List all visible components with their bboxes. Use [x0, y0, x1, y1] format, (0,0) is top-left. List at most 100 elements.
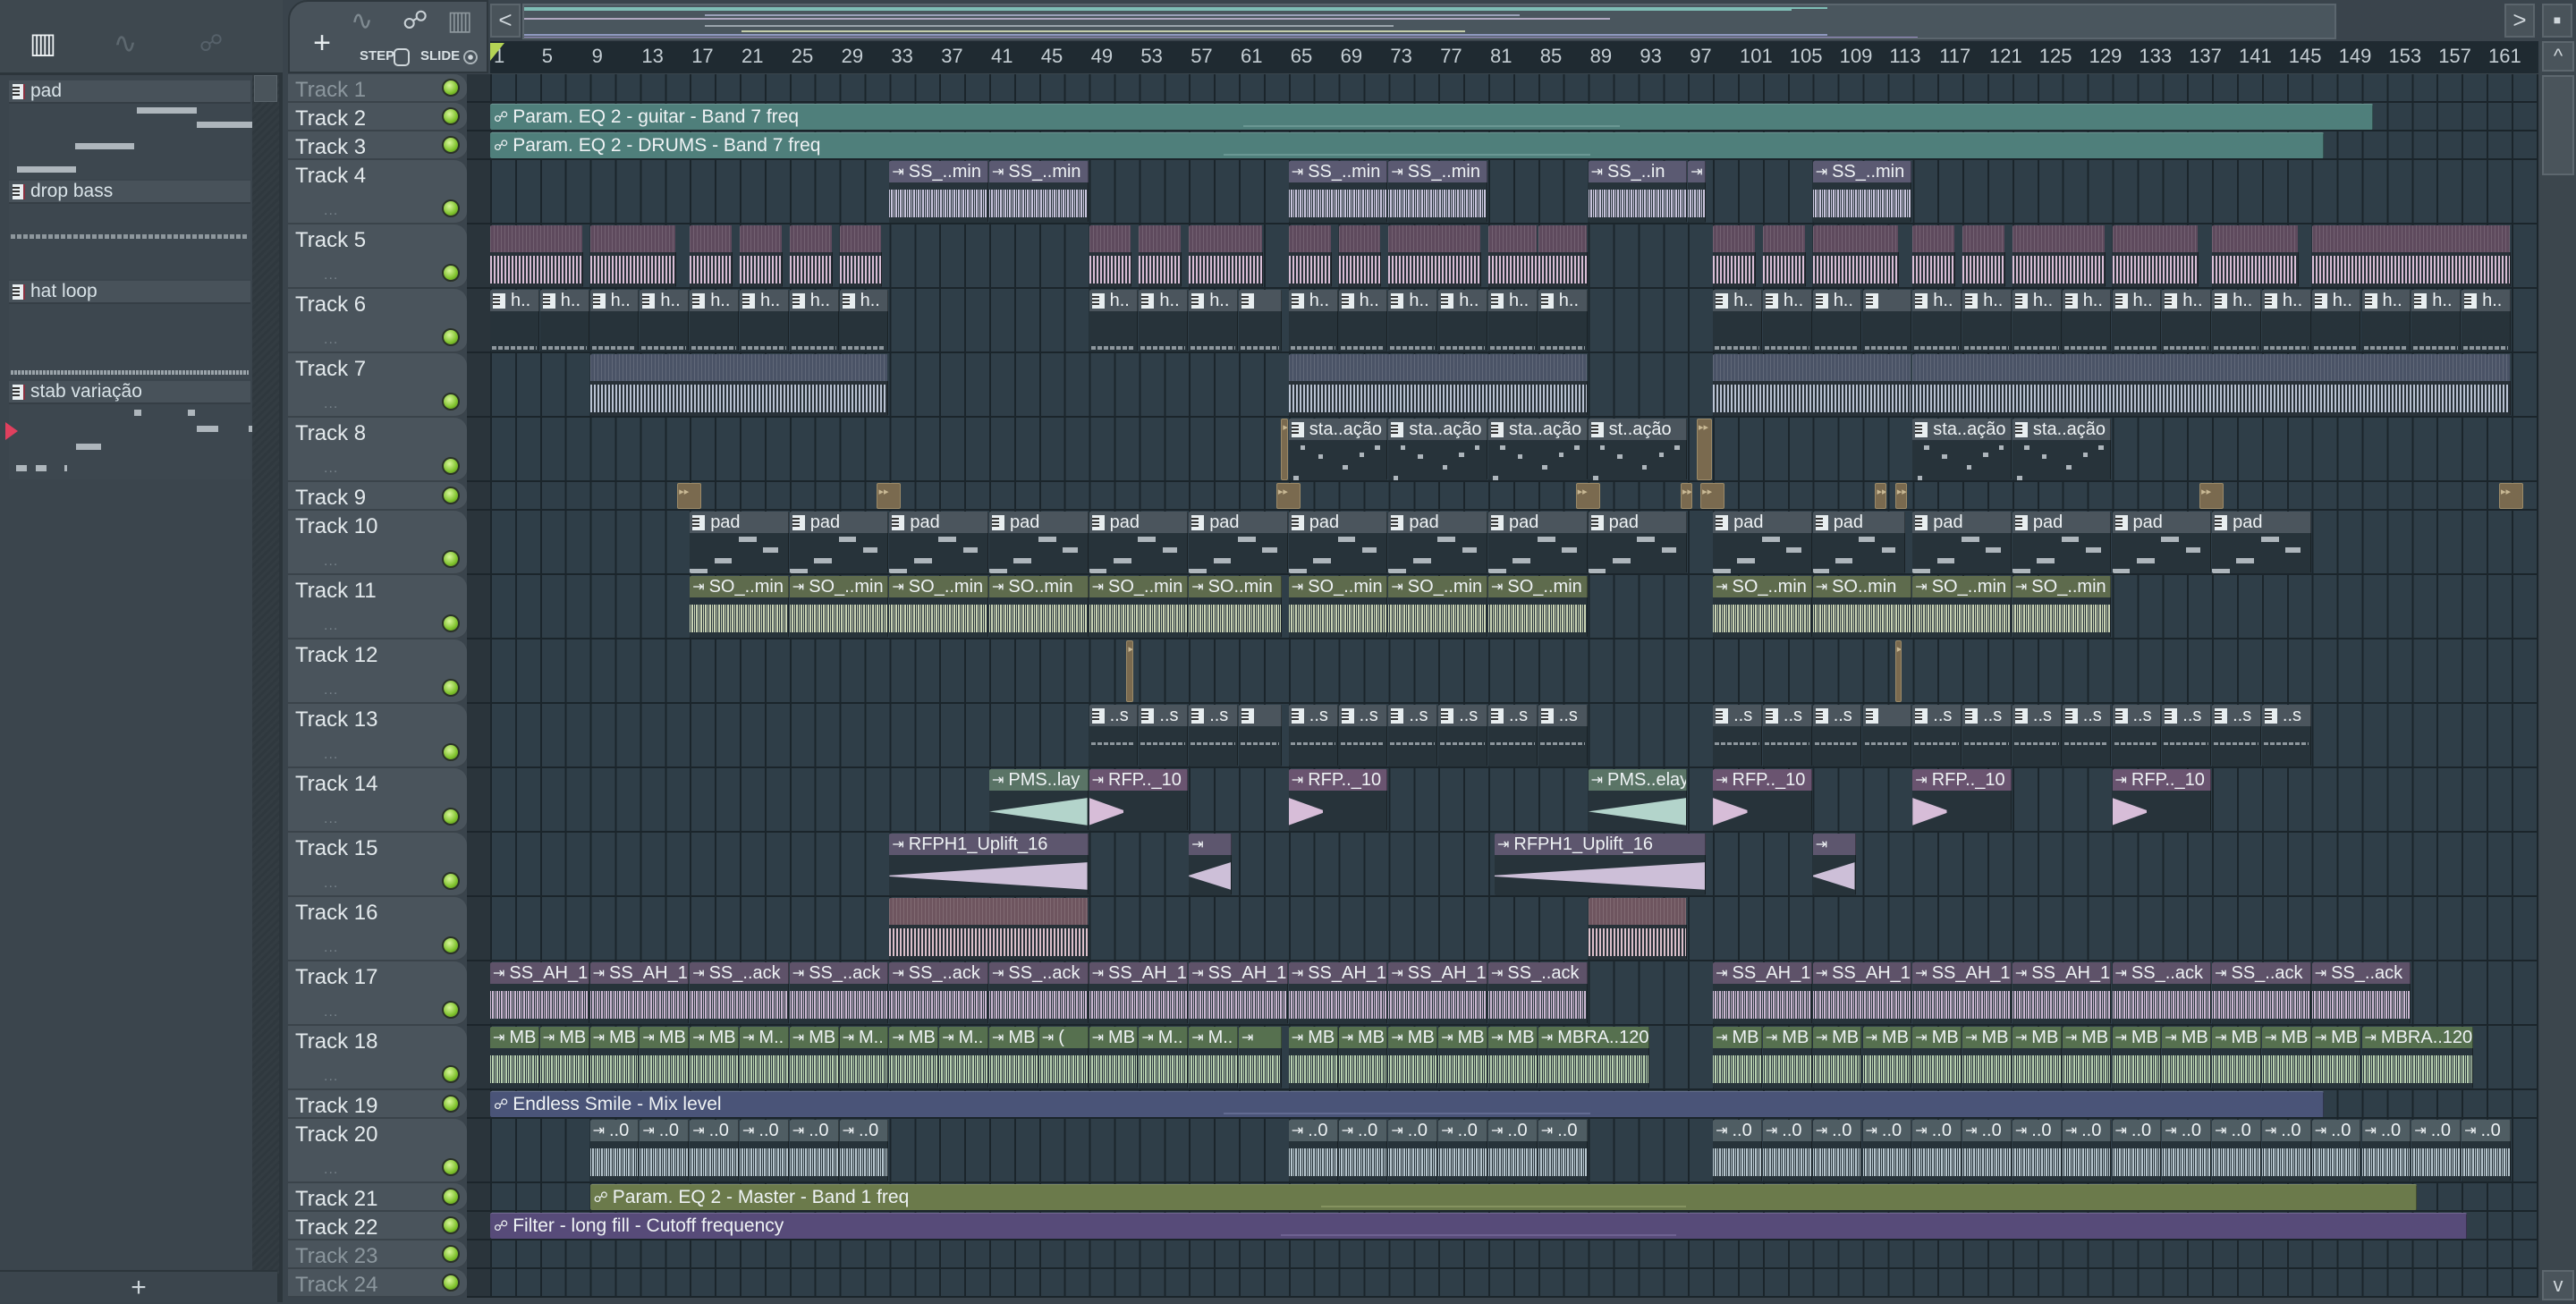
track-resize-strip[interactable]: [467, 482, 490, 511]
track-header[interactable]: Track 16...: [288, 897, 467, 961]
pattern-clip[interactable]: h..: [1488, 290, 1538, 351]
pattern-header[interactable]: hat loop: [9, 281, 250, 304]
track-mute-led[interactable]: [442, 328, 460, 346]
track-name[interactable]: Track 1: [295, 78, 366, 103]
track-header[interactable]: Track 22: [288, 1212, 467, 1240]
audio-clip[interactable]: ⇥ SO_..min: [1288, 576, 1388, 638]
audio-clip[interactable]: ⇥ MB: [1962, 1027, 2012, 1088]
audio-clip[interactable]: ⇥ ..0: [2462, 1120, 2511, 1181]
audio-clip[interactable]: ⇥ SS_..ack: [989, 962, 1089, 1024]
audio-clip[interactable]: ⇥ SS_..ack: [2112, 962, 2212, 1024]
ruler-bar-number[interactable]: 121: [1989, 45, 2022, 68]
playhead-marker-icon[interactable]: [490, 43, 504, 61]
track-name[interactable]: Track 9: [295, 486, 366, 511]
track-lane[interactable]: ⇥ RFPH1_Uplift_16 ⇥ ⇥ RFPH1_Uplift_16 ⇥: [490, 833, 2538, 897]
track-lane[interactable]: sta..açãosta..açãosta..açãost..açãosta..…: [490, 418, 2538, 482]
audio-clip[interactable]: ⇥ SS_..min: [1812, 161, 1912, 223]
pattern-clip[interactable]: h..: [1089, 290, 1139, 351]
marker-clip[interactable]: [1680, 483, 1692, 509]
pattern-clip[interactable]: h..: [2411, 290, 2462, 351]
pattern-clip[interactable]: pad: [1388, 512, 1487, 573]
track-header[interactable]: Track 5...: [288, 224, 467, 289]
audio-clip[interactable]: ⇥ RFPH1_Uplift_16: [1494, 834, 1707, 895]
audio-clip[interactable]: ⇥ ..0: [1438, 1120, 1487, 1181]
ruler-bar-number[interactable]: 117: [1939, 45, 1970, 68]
audio-clip[interactable]: ⇥ SS_..min: [989, 161, 1089, 223]
ruler-bar-number[interactable]: 41: [991, 45, 1013, 68]
pattern-clip[interactable]: h..: [690, 290, 739, 351]
track-header[interactable]: Track 18...: [288, 1026, 467, 1090]
audio-clip[interactable]: [889, 898, 1089, 960]
audio-clip[interactable]: [789, 225, 833, 287]
audio-clip[interactable]: ⇥ MB: [1812, 1027, 1862, 1088]
track-name[interactable]: Track 12: [295, 643, 377, 668]
audio-clip[interactable]: ⇥ SS_AH_12: [1388, 962, 1487, 1024]
audio-clip[interactable]: ⇥ SO_..min: [889, 576, 988, 638]
audio-clip[interactable]: ⇥ SO_..min: [1089, 576, 1189, 638]
track-options[interactable]: ...: [324, 461, 338, 477]
audio-clip[interactable]: [589, 225, 677, 287]
audio-clip[interactable]: [1812, 225, 1900, 287]
track-name[interactable]: Track 23: [295, 1244, 377, 1269]
pattern-clip[interactable]: h..: [1538, 290, 1588, 351]
ruler-bar-number[interactable]: 21: [741, 45, 763, 68]
ruler-bar-number[interactable]: 61: [1241, 45, 1262, 68]
track-resize-strip[interactable]: [467, 575, 490, 639]
pattern-clip[interactable]: sta..ação: [1912, 419, 2012, 480]
pattern-clip[interactable]: h..: [2112, 290, 2162, 351]
track-mute-led[interactable]: [442, 808, 460, 826]
picker-scrollbar[interactable]: [252, 75, 279, 1274]
audio-clip[interactable]: ⇥ ..0: [789, 1120, 839, 1181]
ruler-bar-number[interactable]: 145: [2289, 45, 2322, 68]
track-mute-led[interactable]: [442, 457, 460, 475]
audio-clip[interactable]: ⇥ SS_..ack: [1488, 962, 1588, 1024]
scroll-down-button[interactable]: v: [2542, 1270, 2574, 1300]
pattern-clip[interactable]: ..s: [2062, 705, 2112, 766]
audio-clip[interactable]: ⇥ PMS..lay: [989, 769, 1089, 831]
audio-clip[interactable]: ⇥ SO_..min: [2012, 576, 2112, 638]
pattern-header[interactable]: stab variação: [9, 381, 250, 404]
audio-clip[interactable]: [1912, 225, 1956, 287]
ruler-bar-number[interactable]: 105: [1790, 45, 1823, 68]
track-header[interactable]: Track 17...: [288, 961, 467, 1026]
track-header[interactable]: Track 4...: [288, 160, 467, 224]
pattern-clip[interactable]: h..: [1713, 290, 1762, 351]
track-lane[interactable]: [490, 224, 2538, 289]
track-resize-strip[interactable]: [467, 897, 490, 961]
track-header[interactable]: Track 15...: [288, 833, 467, 897]
audio-clip[interactable]: ⇥ MB: [889, 1027, 939, 1088]
audio-clip[interactable]: ⇥ M..: [839, 1027, 889, 1088]
track-mute-led[interactable]: [442, 487, 460, 504]
pattern-header[interactable]: pad: [9, 80, 250, 104]
track-mute-led[interactable]: [442, 1065, 460, 1083]
ruler-bar-number[interactable]: 53: [1140, 45, 1162, 68]
audio-clip[interactable]: ⇥ SS_..in: [1588, 161, 1688, 223]
track-lane[interactable]: ☍ Param. EQ 2 - guitar - Band 7 freq: [490, 103, 2538, 131]
pattern-clip[interactable]: h..: [2012, 290, 2062, 351]
track-lane[interactable]: [490, 1240, 2538, 1269]
track-name[interactable]: Track 8: [295, 421, 366, 446]
marker-clip[interactable]: [2199, 483, 2224, 509]
track-name[interactable]: Track 14: [295, 772, 377, 797]
audio-clip[interactable]: ⇥ SS_AH_12: [1713, 962, 1812, 1024]
track-mute-led[interactable]: [442, 1274, 460, 1291]
track-mute-led[interactable]: [442, 679, 460, 697]
audio-clip[interactable]: ⇥ MB: [2311, 1027, 2361, 1088]
scroll-up-button[interactable]: ^: [2542, 41, 2574, 72]
marker-clip[interactable]: [877, 483, 902, 509]
audio-clip[interactable]: ⇥ ..0: [2012, 1120, 2062, 1181]
track-name[interactable]: Track 17: [295, 965, 377, 990]
piano-roll-filter-icon[interactable]: ▥: [16, 23, 70, 63]
audio-clip[interactable]: ⇥ SS_..ack: [2311, 962, 2411, 1024]
audio-clip[interactable]: ⇥ RFP.._10: [1713, 769, 1812, 831]
ruler-bar-number[interactable]: 49: [1091, 45, 1113, 68]
audio-clip[interactable]: ⇥ MB: [1713, 1027, 1762, 1088]
track-resize-strip[interactable]: [467, 289, 490, 353]
pattern-clip[interactable]: h..: [1438, 290, 1487, 351]
automation-filter-icon[interactable]: ☍: [184, 23, 238, 63]
audio-clip[interactable]: ⇥ SO_..min: [789, 576, 889, 638]
audio-clip[interactable]: ⇥ ..0: [2212, 1120, 2261, 1181]
track-lane[interactable]: ☍ Endless Smile - Mix level: [490, 1090, 2538, 1119]
ruler-bar-number[interactable]: 13: [641, 45, 663, 68]
track-mute-led[interactable]: [442, 264, 460, 282]
